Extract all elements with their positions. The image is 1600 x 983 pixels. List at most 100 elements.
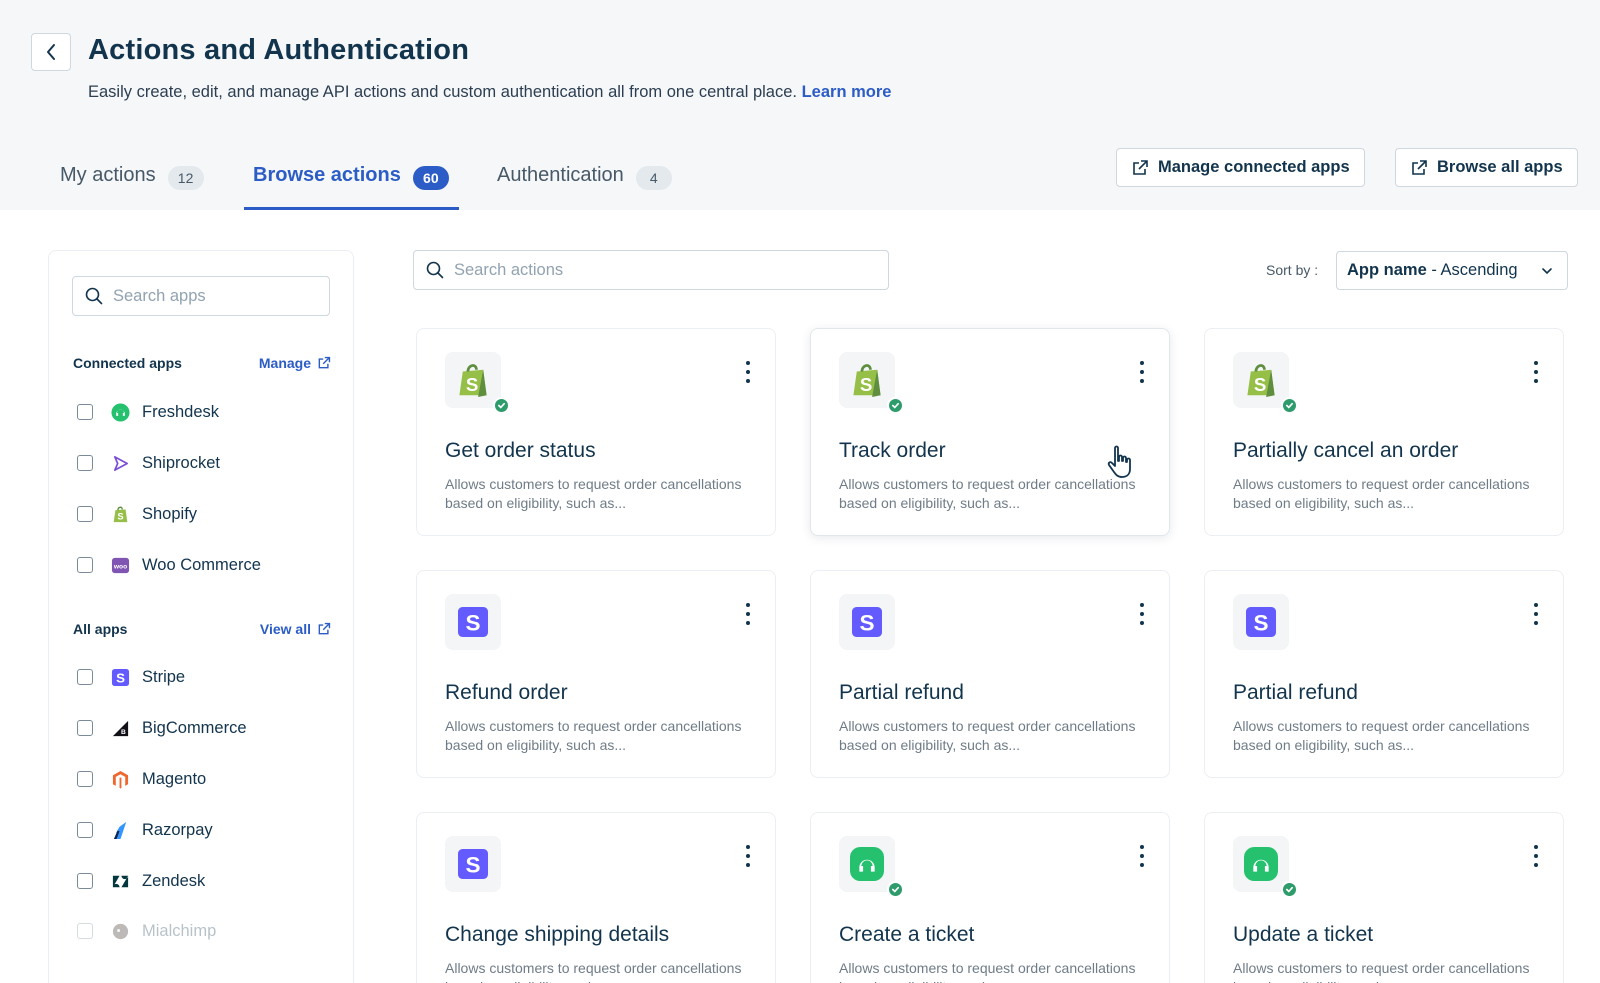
action-description: Allows customers to request order cancel… — [445, 476, 742, 511]
action-card[interactable]: S Get order status Allows customers to req… — [416, 328, 776, 536]
checkbox[interactable] — [77, 404, 93, 420]
more-options-icon[interactable] — [743, 603, 753, 625]
tab-count-badge: 4 — [635, 166, 672, 190]
app-name: Shopify — [142, 504, 198, 523]
action-title: Update a ticket — [1233, 923, 1374, 946]
app-filter-bigcommerce[interactable]: B BigCommerce — [77, 716, 247, 740]
learn-more-link[interactable]: Learn more — [802, 83, 892, 101]
shopify-logo-icon: S — [839, 352, 895, 408]
active-tab-indicator — [244, 207, 459, 210]
view-all-apps-link[interactable]: View all — [260, 621, 331, 637]
checkbox[interactable] — [77, 669, 93, 685]
tab-my-actions[interactable]: My actions 12 — [60, 164, 204, 212]
svg-text:S: S — [466, 374, 478, 395]
svg-text:S: S — [465, 610, 480, 635]
shopify-icon: S — [111, 505, 130, 524]
tab-label: My actions — [60, 164, 156, 186]
more-options-icon[interactable] — [1137, 845, 1147, 867]
browse-all-apps-button[interactable]: Browse all apps — [1395, 148, 1578, 187]
tab-label: Browse actions — [253, 164, 401, 186]
chevron-left-icon — [47, 44, 55, 60]
app-filter-freshdesk[interactable]: Freshdesk — [77, 400, 219, 424]
checkbox[interactable] — [77, 557, 93, 573]
tab-label: Authentication — [497, 164, 624, 186]
button-label: Manage connected apps — [1158, 158, 1350, 176]
action-title: Refund order — [445, 681, 568, 704]
action-card[interactable]: S Track order Allows customers to request … — [810, 328, 1170, 536]
verified-check-icon — [887, 881, 904, 898]
action-title: Partial refund — [839, 681, 964, 704]
action-description: Allows customers to request order cancel… — [1233, 718, 1530, 753]
more-options-icon[interactable] — [743, 845, 753, 867]
more-options-icon[interactable] — [1137, 603, 1147, 625]
verified-check-icon — [1281, 881, 1298, 898]
app-filter-woocommerce[interactable]: woo Woo Commerce — [77, 553, 261, 577]
app-filter-shopify[interactable]: S Shopify — [77, 502, 197, 526]
stripe-logo-icon: S — [445, 836, 501, 892]
svg-text:S: S — [465, 852, 480, 877]
action-card[interactable]: S Partial refund Allows customers to reque… — [1204, 570, 1564, 778]
external-link-icon — [1133, 159, 1148, 175]
action-card[interactable]: Create a ticket Allows customers to reque… — [810, 812, 1170, 983]
tab-browse-actions[interactable]: Browse actions 60 — [253, 164, 449, 212]
search-apps-field[interactable] — [72, 276, 330, 316]
app-filter-mailchimp[interactable]: Mialchimp — [77, 919, 216, 943]
manage-connected-apps-button[interactable]: Manage connected apps — [1116, 148, 1365, 187]
svg-text:woo: woo — [113, 563, 127, 570]
stripe-icon: S — [111, 668, 130, 687]
app-filter-razorpay[interactable]: Razorpay — [77, 818, 213, 842]
external-link-icon — [318, 622, 331, 635]
action-card[interactable]: S Partial refund Allows customers to reque… — [810, 570, 1170, 778]
search-actions-input[interactable] — [454, 260, 874, 280]
action-card[interactable]: Update a ticket Allows customers to reque… — [1204, 812, 1564, 983]
more-options-icon[interactable] — [743, 361, 753, 383]
more-options-icon[interactable] — [1531, 845, 1541, 867]
checkbox[interactable] — [77, 822, 93, 838]
back-button[interactable] — [31, 33, 71, 71]
checkbox[interactable] — [77, 923, 93, 939]
action-description: Allows customers to request order cancel… — [1233, 960, 1530, 983]
app-filter-stripe[interactable]: S Stripe — [77, 665, 185, 689]
app-name: Woo Commerce — [142, 555, 261, 574]
link-label: View all — [259, 621, 311, 637]
hand-cursor-icon — [1107, 445, 1131, 478]
tab-count-badge: 12 — [167, 166, 204, 190]
checkbox[interactable] — [77, 720, 93, 736]
app-name: Razorpay — [142, 820, 213, 839]
search-apps-input[interactable] — [113, 286, 313, 306]
checkbox[interactable] — [77, 771, 93, 787]
app-name: Magento — [142, 769, 207, 788]
sort-dropdown[interactable]: App name - Ascending — [1336, 251, 1568, 290]
connected-apps-heading: Connected apps — [73, 355, 182, 371]
shiprocket-icon — [111, 454, 130, 473]
more-options-icon[interactable] — [1531, 361, 1541, 383]
more-options-icon[interactable] — [1531, 603, 1541, 625]
checkbox[interactable] — [77, 506, 93, 522]
sort-value-field: App name — [1347, 261, 1427, 279]
apps-filter-sidebar: Connected apps Manage Freshdesk Shiprock… — [48, 250, 354, 983]
tab-authentication[interactable]: Authentication 4 — [497, 164, 672, 212]
more-options-icon[interactable] — [1137, 361, 1147, 383]
action-card[interactable]: S Change shipping details Allows customers… — [416, 812, 776, 983]
app-filter-magento[interactable]: Magento — [77, 767, 206, 791]
action-card[interactable]: S Partially cancel an order Allows custome… — [1204, 328, 1564, 536]
bigcommerce-icon: B — [111, 719, 130, 738]
search-actions-field[interactable] — [413, 250, 889, 290]
all-apps-heading: All apps — [73, 621, 128, 637]
action-card[interactable]: S Refund order Allows customers to request… — [416, 570, 776, 778]
action-description: Allows customers to request order cancel… — [1233, 476, 1530, 511]
woocommerce-icon: woo — [111, 556, 130, 575]
manage-apps-link[interactable]: Manage — [259, 355, 331, 371]
checkbox[interactable] — [77, 455, 93, 471]
subtitle-text: Easily create, edit, and manage API acti… — [88, 83, 797, 101]
sort-value-order: - Ascending — [1426, 261, 1518, 279]
shopify-logo-icon: S — [1233, 352, 1289, 408]
external-link-icon — [1412, 159, 1427, 175]
action-description: Allows customers to request order cancel… — [839, 718, 1136, 753]
app-filter-shiprocket[interactable]: Shiprocket — [77, 451, 220, 475]
checkbox[interactable] — [77, 873, 93, 889]
search-icon — [85, 287, 103, 305]
tab-count-badge: 60 — [412, 166, 449, 190]
app-name: Zendesk — [142, 871, 206, 890]
app-filter-zendesk[interactable]: Zendesk — [77, 869, 205, 893]
